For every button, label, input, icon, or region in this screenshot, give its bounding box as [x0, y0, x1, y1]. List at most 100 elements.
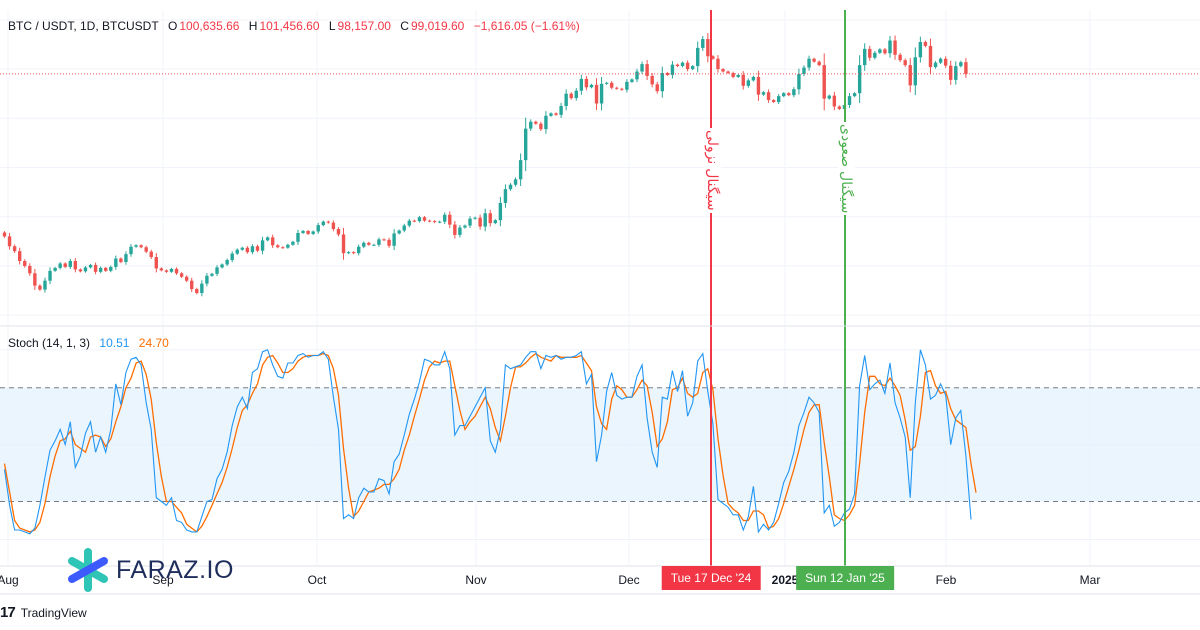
candle [918, 36, 923, 63]
candle-body [255, 246, 260, 251]
symbol-title[interactable]: BTC / USDT, 1D, BTCUSDT [8, 19, 159, 33]
candle-body [771, 100, 776, 103]
candle-body [873, 52, 877, 58]
candle-body [63, 263, 67, 267]
candle-body [908, 65, 912, 86]
candle [412, 219, 417, 223]
stoch-title[interactable]: Stoch (14, 1, 3) [8, 336, 90, 350]
candle [857, 55, 862, 103]
candle-body [205, 275, 209, 284]
faraz-logo-text: FARAZ.IO [116, 555, 234, 584]
candle [625, 79, 629, 93]
candle-body [696, 47, 700, 67]
faraz-logo: FARAZ.IO [66, 548, 234, 592]
candle [645, 60, 649, 81]
candle-body [281, 247, 285, 249]
candle [357, 244, 361, 256]
candle-body [311, 231, 315, 234]
candle [604, 81, 609, 85]
candle-body [650, 75, 654, 85]
candle-body [48, 270, 52, 281]
candle [169, 267, 174, 273]
candle [746, 78, 751, 88]
candle-body [959, 62, 963, 67]
candle [468, 216, 472, 228]
candle [660, 66, 664, 98]
candle [109, 265, 113, 273]
candle-body [746, 80, 751, 86]
candle [898, 52, 902, 63]
candle [701, 35, 705, 51]
candle [195, 287, 199, 295]
candle-body [655, 84, 659, 92]
candle-body [680, 62, 685, 67]
candle-body [377, 239, 381, 245]
candle [544, 111, 548, 134]
candle-body [351, 252, 356, 254]
candle [372, 243, 376, 246]
candle [291, 240, 295, 246]
candle-body [68, 261, 72, 267]
candle-body [250, 246, 255, 253]
candle [534, 120, 538, 125]
candle [827, 94, 831, 100]
candle [933, 61, 938, 69]
candle [670, 61, 675, 79]
candle-body [134, 245, 138, 247]
candle-body [407, 220, 411, 226]
candle [17, 247, 22, 265]
candle-body [200, 283, 204, 294]
candle-body [508, 184, 513, 190]
candle [761, 91, 766, 96]
candle-body [741, 74, 745, 86]
high-value: 101,456.60 [259, 19, 320, 33]
candle [78, 268, 83, 273]
candle-body [2, 232, 7, 237]
candle [579, 74, 584, 95]
price-pane-grid [0, 10, 1200, 325]
candle [518, 153, 523, 187]
candle [964, 58, 968, 78]
candle [265, 236, 270, 242]
candle-body [357, 246, 361, 254]
candle-body [893, 40, 897, 55]
candle-body [240, 247, 245, 250]
candle [832, 91, 837, 111]
candle-body [620, 88, 624, 90]
candle-body [493, 220, 498, 224]
candle-body [554, 113, 558, 115]
candle-body [53, 267, 57, 271]
candle-body [883, 49, 887, 54]
candle [200, 280, 204, 297]
candle-body [549, 113, 553, 116]
candle [331, 220, 336, 232]
candle-body [316, 225, 320, 232]
candle-body [615, 87, 619, 89]
candle-body [503, 189, 508, 203]
candle [427, 219, 432, 223]
faraz-star-icon [68, 548, 108, 592]
candle [680, 61, 685, 68]
candle [346, 251, 351, 255]
candle-body [483, 213, 487, 227]
candle [407, 218, 411, 228]
candle [893, 35, 897, 60]
candle-body [265, 237, 270, 241]
x-label-aug: Aug [0, 573, 19, 587]
candle-body [154, 257, 158, 269]
candle-body [139, 245, 143, 248]
candle [949, 60, 953, 85]
candle [83, 266, 88, 273]
candle [564, 89, 568, 111]
candle [852, 92, 857, 98]
tradingview-watermark[interactable]: 17 TradingView [0, 604, 87, 621]
candle [2, 231, 7, 238]
candle-body [792, 89, 796, 96]
candle-body [210, 273, 214, 276]
candle-body [903, 60, 907, 66]
candle-body [276, 245, 280, 248]
candle-body [83, 267, 88, 272]
candle [215, 265, 219, 277]
candle [594, 78, 599, 111]
candle [888, 36, 892, 58]
